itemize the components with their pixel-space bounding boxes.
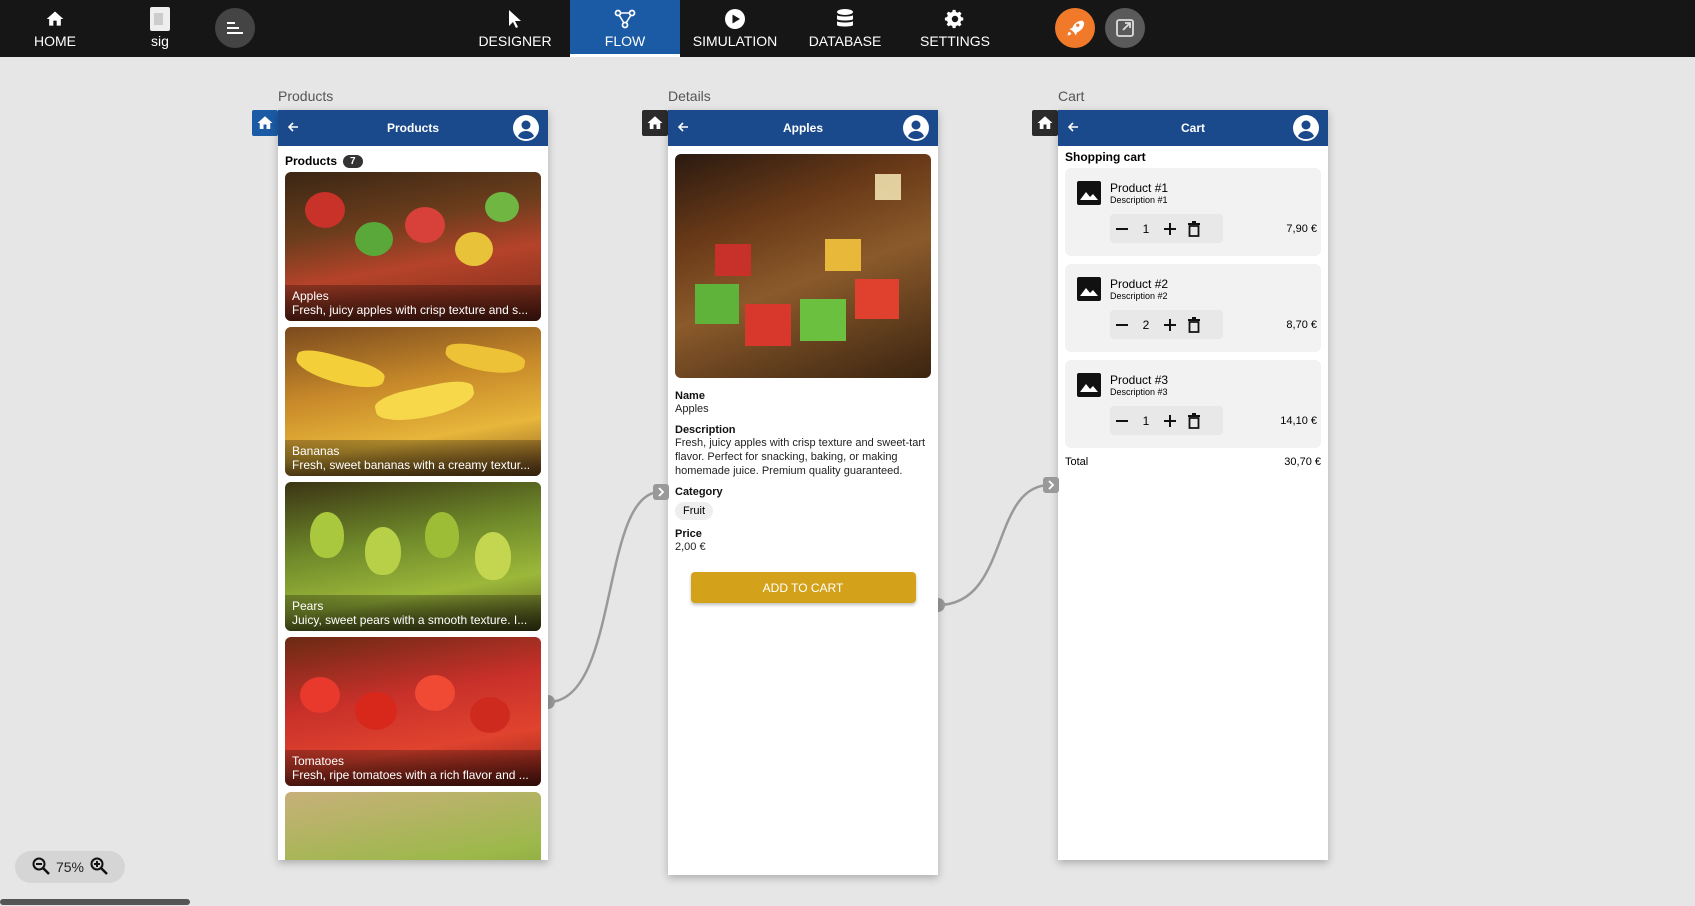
cart-item-price: 7,90 € — [1286, 223, 1317, 235]
connector-products-to-details — [547, 490, 661, 704]
user-avatar-icon[interactable] — [902, 114, 930, 142]
products-list-title: Products 7 — [278, 146, 548, 172]
back-arrow-icon[interactable] — [1066, 120, 1080, 134]
zoom-out-icon[interactable] — [31, 856, 51, 879]
cart-item-name: Product #1 — [1110, 181, 1169, 195]
product-name: Bananas — [292, 444, 340, 458]
zoom-in-icon[interactable] — [89, 856, 109, 879]
cart-item: Product #1 Description #1 1 7,90 € — [1065, 168, 1321, 256]
zoom-level: 75% — [55, 859, 85, 875]
total-value: 30,70 € — [1284, 456, 1321, 468]
product-name: Apples — [292, 289, 329, 303]
cart-item: Product #3 Description #3 1 14,10 € — [1065, 360, 1321, 448]
product-card-caption: Apples Fresh, juicy apples with crisp te… — [285, 285, 541, 321]
details-input-port[interactable] — [653, 484, 669, 500]
product-description: Fresh, ripe tomatoes with a rich flavor … — [292, 768, 529, 782]
product-card-pears[interactable]: Pears Juicy, sweet pears with a smooth t… — [285, 482, 541, 631]
zoom-control: 75% — [15, 851, 125, 883]
cart-item-price: 8,70 € — [1286, 319, 1317, 331]
price-value: 2,00 € — [675, 541, 706, 553]
cart-item-description: Description #3 — [1110, 387, 1168, 397]
total-label: Total — [1065, 456, 1089, 468]
minus-icon[interactable] — [1110, 409, 1134, 433]
products-list-title-label: Products — [285, 154, 338, 168]
set-start-screen-button[interactable] — [642, 110, 668, 136]
products-header: Products — [278, 110, 548, 146]
cart-item-description: Description #2 — [1110, 291, 1168, 301]
add-to-cart-button[interactable]: ADD TO CART — [690, 572, 916, 603]
cart-item-name: Product #2 — [1110, 277, 1169, 291]
product-name: Tomatoes — [292, 754, 345, 768]
trash-icon[interactable] — [1182, 217, 1206, 241]
plus-icon[interactable] — [1158, 313, 1182, 337]
screen-cart[interactable]: Cart Shopping cart Product #1 Descriptio… — [1058, 110, 1328, 860]
home-icon — [1037, 116, 1053, 129]
plus-icon[interactable] — [1158, 217, 1182, 241]
chevron-right-icon — [658, 487, 665, 497]
product-card-caption: Bananas Fresh, sweet bananas with a crea… — [285, 440, 541, 476]
set-start-screen-button[interactable] — [1032, 110, 1058, 136]
screen-label-details: Details — [668, 88, 711, 104]
product-image — [675, 154, 931, 378]
cart-item: Product #2 Description #2 2 8,70 € — [1065, 264, 1321, 352]
image-placeholder-icon — [1077, 373, 1101, 397]
quantity-stepper: 2 — [1110, 310, 1223, 339]
product-description: Fresh, sweet bananas with a creamy textu… — [292, 458, 531, 472]
quantity-value: 1 — [1142, 221, 1150, 236]
cart-item-price: 14,10 € — [1280, 415, 1317, 427]
quantity-value: 1 — [1142, 413, 1150, 428]
quantity-value: 2 — [1142, 317, 1150, 332]
horizontal-scrollbar[interactable] — [0, 899, 190, 905]
minus-icon[interactable] — [1110, 313, 1134, 337]
start-screen-marker[interactable] — [252, 110, 278, 136]
product-description: Fresh, juicy apples with crisp texture a… — [292, 303, 529, 317]
cart-item-name: Product #3 — [1110, 373, 1169, 387]
details-header: Apples — [668, 110, 938, 146]
quantity-stepper: 1 — [1110, 406, 1223, 435]
cart-input-port[interactable] — [1043, 477, 1059, 493]
screen-label-cart: Cart — [1058, 88, 1085, 104]
screen-products[interactable]: Products Products 7 Apples Fresh, juicy … — [278, 110, 548, 860]
details-header-title: Apples — [782, 121, 823, 135]
product-description: Juicy, sweet pears with a smooth texture… — [292, 613, 528, 627]
trash-icon[interactable] — [1182, 409, 1206, 433]
total-row: Total 30,70 € — [1065, 456, 1321, 468]
product-name: Pears — [292, 599, 324, 613]
home-icon — [257, 116, 273, 129]
back-arrow-icon[interactable] — [286, 120, 300, 134]
category-label: Category — [675, 486, 723, 498]
description-value: Fresh, juicy apples with crisp texture a… — [675, 437, 926, 477]
trash-icon[interactable] — [1182, 313, 1206, 337]
product-card-caption: Pears Juicy, sweet pears with a smooth t… — [285, 595, 541, 631]
product-card-partial[interactable] — [285, 792, 541, 860]
cart-header: Cart — [1058, 110, 1328, 146]
connector-details-to-cart — [937, 483, 1051, 607]
quantity-stepper: 1 — [1110, 214, 1223, 243]
cart-header-title: Cart — [1180, 121, 1205, 135]
user-avatar-icon[interactable] — [1292, 114, 1320, 142]
image-placeholder-icon — [1077, 277, 1101, 301]
description-label: Description — [675, 424, 736, 436]
home-icon — [647, 116, 663, 129]
chevron-right-icon — [1048, 480, 1055, 490]
product-card-bananas[interactable]: Bananas Fresh, sweet bananas with a crea… — [285, 327, 541, 476]
name-value: Apples — [675, 403, 709, 415]
products-count-badge: 7 — [343, 154, 363, 168]
minus-icon[interactable] — [1110, 217, 1134, 241]
plus-icon[interactable] — [1158, 409, 1182, 433]
product-card-tomatoes[interactable]: Tomatoes Fresh, ripe tomatoes with a ric… — [285, 637, 541, 786]
user-avatar-icon[interactable] — [512, 114, 540, 142]
screen-label-products: Products — [278, 88, 334, 104]
screen-details[interactable]: Apples Name Apples Description Fresh, ju… — [668, 110, 938, 875]
back-arrow-icon[interactable] — [676, 120, 690, 134]
name-label: Name — [675, 390, 705, 402]
product-card-apples[interactable]: Apples Fresh, juicy apples with crisp te… — [285, 172, 541, 321]
products-header-title: Products — [386, 121, 439, 135]
category-chip: Fruit — [675, 502, 713, 520]
price-label: Price — [675, 528, 702, 540]
cart-item-description: Description #1 — [1110, 195, 1168, 205]
image-placeholder-icon — [1077, 181, 1101, 205]
shopping-cart-title: Shopping cart — [1065, 150, 1146, 164]
product-card-caption: Tomatoes Fresh, ripe tomatoes with a ric… — [285, 750, 541, 786]
